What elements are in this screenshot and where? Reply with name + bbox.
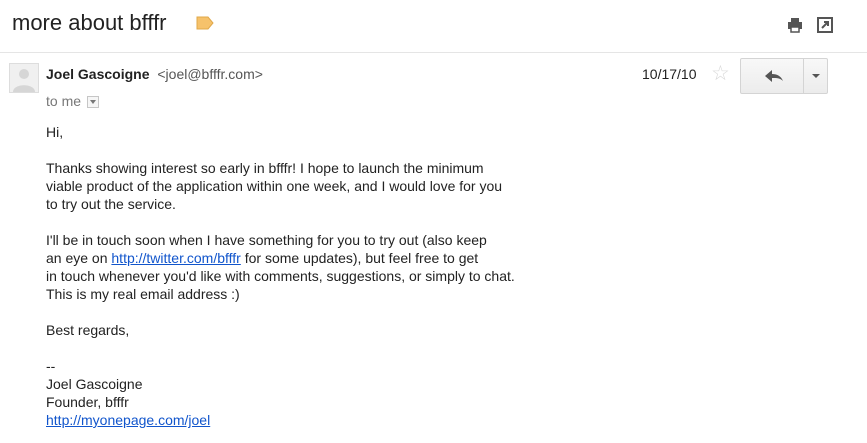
body-line: I'll be in touch soon when I have someth… — [46, 232, 487, 248]
body-text: an eye on — [46, 250, 112, 266]
body-line: viable product of the application within… — [46, 178, 503, 194]
recipient-label: to me — [46, 93, 82, 109]
body-line: Thanks showing interest so early in bfff… — [46, 160, 484, 176]
sender-avatar — [9, 63, 39, 93]
greeting: Hi, — [46, 124, 64, 140]
sender-line: Joel Gascoigne <joel@bfffr.com> — [46, 66, 263, 82]
header-divider — [0, 52, 867, 53]
body-line: in touch whenever you'd like with commen… — [46, 268, 515, 284]
message-date: 10/17/10 — [642, 66, 697, 82]
print-icon[interactable] — [786, 16, 804, 34]
email-subject: more about bfffr — [12, 10, 167, 35]
new-window-icon[interactable] — [816, 16, 834, 34]
closing: Best regards, — [46, 322, 130, 338]
message-body: Hi, Thanks showing interest so early in … — [46, 123, 806, 429]
signature-link[interactable]: http://myonepage.com/joel — [46, 412, 210, 428]
more-actions-button[interactable] — [804, 59, 827, 93]
show-details-dropdown-icon[interactable] — [87, 96, 100, 108]
reply-icon — [765, 70, 783, 82]
subject-bar: more about bfffr — [0, 0, 867, 52]
reply-button[interactable] — [741, 59, 803, 93]
twitter-link[interactable]: http://twitter.com/bfffr — [111, 250, 240, 266]
sender-name[interactable]: Joel Gascoigne — [46, 66, 149, 82]
signature-title: Founder, bfffr — [46, 394, 129, 410]
body-line: This is my real email address :) — [46, 286, 240, 302]
sender-email: <joel@bfffr.com> — [157, 66, 263, 82]
body-line-with-link: an eye on http://twitter.com/bfffr for s… — [46, 249, 806, 267]
body-text: for some updates), but feel free to get — [240, 250, 479, 266]
signature-separator: -- — [46, 358, 56, 374]
star-icon[interactable]: ☆ — [711, 63, 730, 84]
reply-button-group — [740, 58, 828, 94]
recipient-line: to me — [46, 93, 100, 109]
signature-link-line: http://myonepage.com/joel — [46, 411, 806, 429]
signature-name: Joel Gascoigne — [46, 376, 143, 392]
label-tag-icon[interactable] — [196, 16, 214, 30]
body-line: to try out the service. — [46, 196, 176, 212]
